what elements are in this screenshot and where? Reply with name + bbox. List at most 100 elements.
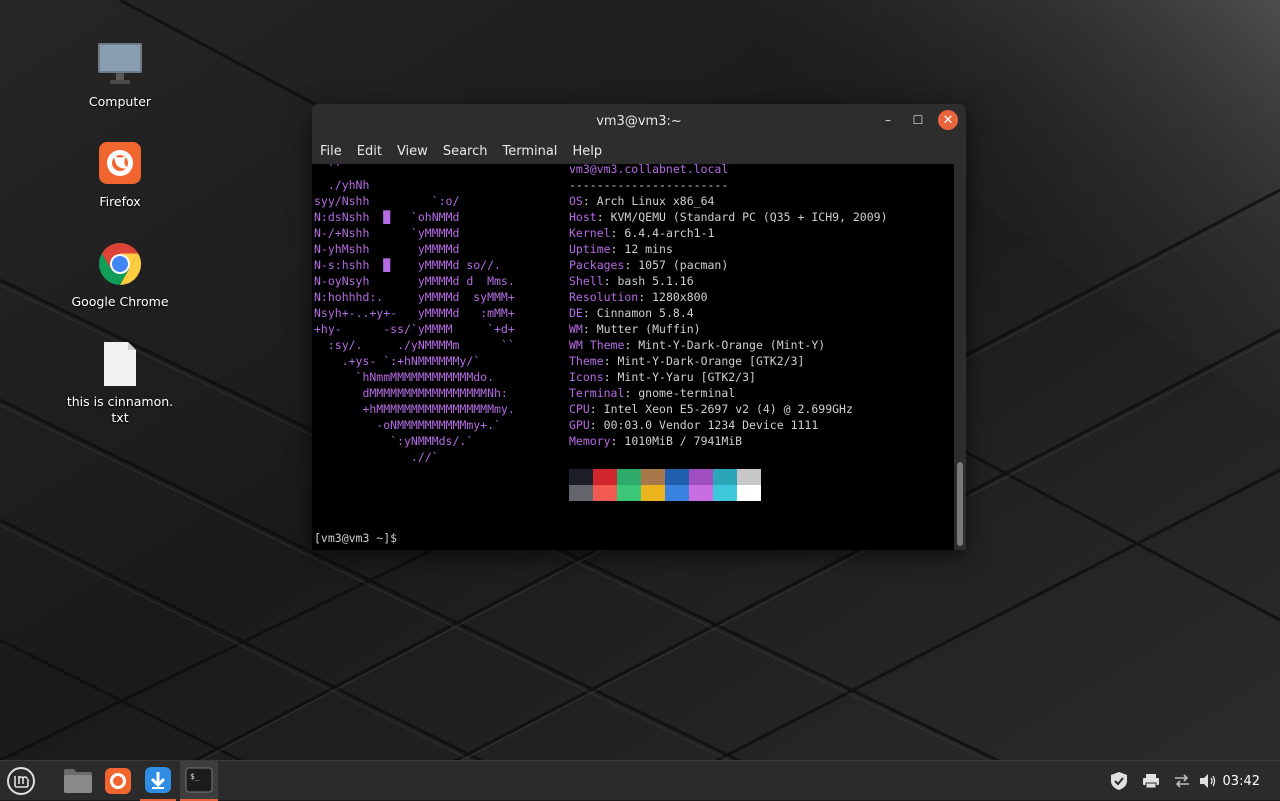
- menu-search[interactable]: Search: [443, 144, 488, 159]
- info-row: Host: KVM/QEMU (Standard PC (Q35 + ICH9,…: [569, 209, 888, 225]
- window-titlebar[interactable]: vm3@vm3:~ – ☐ ✕: [312, 104, 966, 138]
- palette-swatch: [689, 485, 713, 501]
- ascii-line: :sy/. ./yNMMMMm ``: [314, 338, 515, 352]
- info-row: Kernel: 6.4.4-arch1-1: [569, 225, 888, 241]
- info-colon: :: [589, 402, 604, 416]
- info-value: 1280x800: [652, 290, 708, 304]
- menu-bar: File Edit View Search Terminal Help: [312, 138, 966, 164]
- menu-view[interactable]: View: [397, 144, 428, 159]
- ascii-line: N-s:hshh █ yMMMMd so//.: [314, 258, 501, 272]
- info-value: Mint-Y-Dark-Orange (Mint-Y): [638, 338, 826, 352]
- desktop-icon-google-chrome[interactable]: Google Chrome: [65, 240, 175, 310]
- palette-swatch: [617, 469, 641, 485]
- ascii-line: syy/Nshh `:o/: [314, 194, 460, 208]
- close-button[interactable]: ✕: [938, 110, 958, 130]
- info-colon: :: [624, 258, 639, 272]
- network-icon: [1175, 774, 1189, 788]
- palette-swatch: [593, 485, 617, 501]
- info-value: 1057 (pacman): [638, 258, 729, 272]
- menu-button[interactable]: [2, 761, 40, 801]
- color-palette-bright: [569, 485, 761, 501]
- update-manager-launcher[interactable]: [140, 761, 176, 801]
- palette-swatch: [665, 485, 689, 501]
- info-value: 12 mins: [624, 242, 673, 256]
- minimize-button[interactable]: –: [878, 110, 898, 130]
- info-key: WM Theme: [569, 338, 625, 352]
- info-row: Packages: 1057 (pacman): [569, 257, 888, 273]
- info-value: 00:03.0 Vendor 1234 Device 1111: [603, 418, 819, 432]
- text-file-icon: [96, 340, 144, 388]
- ascii-line: N-oyNsyh yMMMMd d Mms.: [314, 274, 515, 288]
- terminal-icon: $_: [185, 767, 213, 793]
- info-colon: :: [638, 290, 653, 304]
- palette-swatch: [713, 485, 737, 501]
- shell-prompt: [vm3@vm3 ~]$: [314, 531, 398, 545]
- ascii-line: N:hohhhd:. yMMMMd syMMM+: [314, 290, 515, 304]
- info-value: Mint-Y-Dark-Orange [GTK2/3]: [617, 354, 805, 368]
- info-row: Icons: Mint-Y-Yaru [GTK2/3]: [569, 369, 888, 385]
- info-colon: :: [610, 226, 625, 240]
- desktop-icon-label: this is cinnamon. txt: [66, 394, 174, 425]
- palette-swatch: [737, 469, 761, 485]
- ascii-line: dMMMMMMMMMMMMMMMMMNh:: [314, 386, 508, 400]
- menu-terminal[interactable]: Terminal: [502, 144, 557, 159]
- info-key: WM: [569, 322, 583, 336]
- info-value: Mint-Y-Yaru [GTK2/3]: [617, 370, 756, 384]
- desktop-icon-text-file[interactable]: this is cinnamon. txt: [65, 340, 175, 426]
- info-value: Cinnamon 5.8.4: [596, 306, 694, 320]
- palette-swatch: [617, 485, 641, 501]
- info-colon: :: [610, 434, 625, 448]
- info-colon: :: [624, 386, 639, 400]
- scrollbar-thumb[interactable]: [957, 462, 963, 546]
- info-row: Theme: Mint-Y-Dark-Orange [GTK2/3]: [569, 353, 888, 369]
- info-row: Shell: bash 5.1.16: [569, 273, 888, 289]
- info-key: Host: [569, 210, 597, 224]
- menu-edit[interactable]: Edit: [357, 144, 382, 159]
- info-colon: :: [582, 306, 597, 320]
- panel-clock[interactable]: 03:42: [1223, 761, 1260, 801]
- info-row: Resolution: 1280x800: [569, 289, 888, 305]
- volume-tray[interactable]: [1196, 761, 1220, 801]
- monitor-icon: [96, 40, 144, 88]
- desktop-icon-computer[interactable]: Computer: [65, 40, 175, 110]
- palette-swatch: [665, 469, 689, 485]
- info-colon: :: [610, 242, 625, 256]
- ascii-line: ``: [314, 164, 342, 176]
- printer-tray[interactable]: [1138, 761, 1164, 801]
- printer-icon: [1143, 774, 1159, 789]
- terminal-window[interactable]: vm3@vm3:~ – ☐ ✕ File Edit View Search Te…: [312, 104, 966, 550]
- desktop-icon-firefox[interactable]: Firefox: [65, 140, 175, 210]
- ascii-line: N:dsNshh █ `ohNMMd: [314, 210, 460, 224]
- desktop-icon-label: Firefox: [99, 194, 141, 209]
- maximize-button[interactable]: ☐: [908, 110, 928, 130]
- firefox-icon: [105, 768, 131, 794]
- info-colon: :: [582, 322, 597, 336]
- info-colon: :: [603, 370, 618, 384]
- terminal-output[interactable]: `` ./yhNh syy/Nshh `:o/N:dsNshh █ `ohNMMd…: [312, 164, 954, 550]
- info-key: GPU: [569, 418, 590, 432]
- info-value: KVM/QEMU (Standard PC (Q35 + ICH9, 2009): [610, 210, 888, 224]
- ascii-line: +hMMMMMMMMMMMMMMMMMmy.: [314, 402, 515, 416]
- terminal-scrollbar[interactable]: [954, 164, 966, 550]
- info-value: Mutter (Muffin): [596, 322, 701, 336]
- menu-help[interactable]: Help: [572, 144, 602, 159]
- update-manager-icon: [145, 767, 171, 793]
- palette-swatch: [641, 469, 665, 485]
- info-separator: -----------------------: [569, 178, 729, 192]
- security-tray[interactable]: [1106, 761, 1132, 801]
- info-value: Arch Linux x86_64: [596, 194, 715, 208]
- terminal-taskbar-item[interactable]: $_: [180, 761, 218, 801]
- info-colon: :: [603, 354, 618, 368]
- info-row: WM: Mutter (Muffin): [569, 321, 888, 337]
- info-row: OS: Arch Linux x86_64: [569, 193, 888, 209]
- files-launcher[interactable]: [60, 761, 96, 801]
- ascii-line: .+ys- `:+hNMMMMMMy/`: [314, 354, 481, 368]
- firefox-launcher[interactable]: [100, 761, 136, 801]
- menu-file[interactable]: File: [320, 144, 342, 159]
- info-key: Icons: [569, 370, 604, 384]
- info-row: Terminal: gnome-terminal: [569, 385, 888, 401]
- info-row: GPU: 00:03.0 Vendor 1234 Device 1111: [569, 417, 888, 433]
- info-key: CPU: [569, 402, 590, 416]
- ascii-line: N-yhMshh yMMMMd: [314, 242, 460, 256]
- network-tray[interactable]: [1170, 761, 1194, 801]
